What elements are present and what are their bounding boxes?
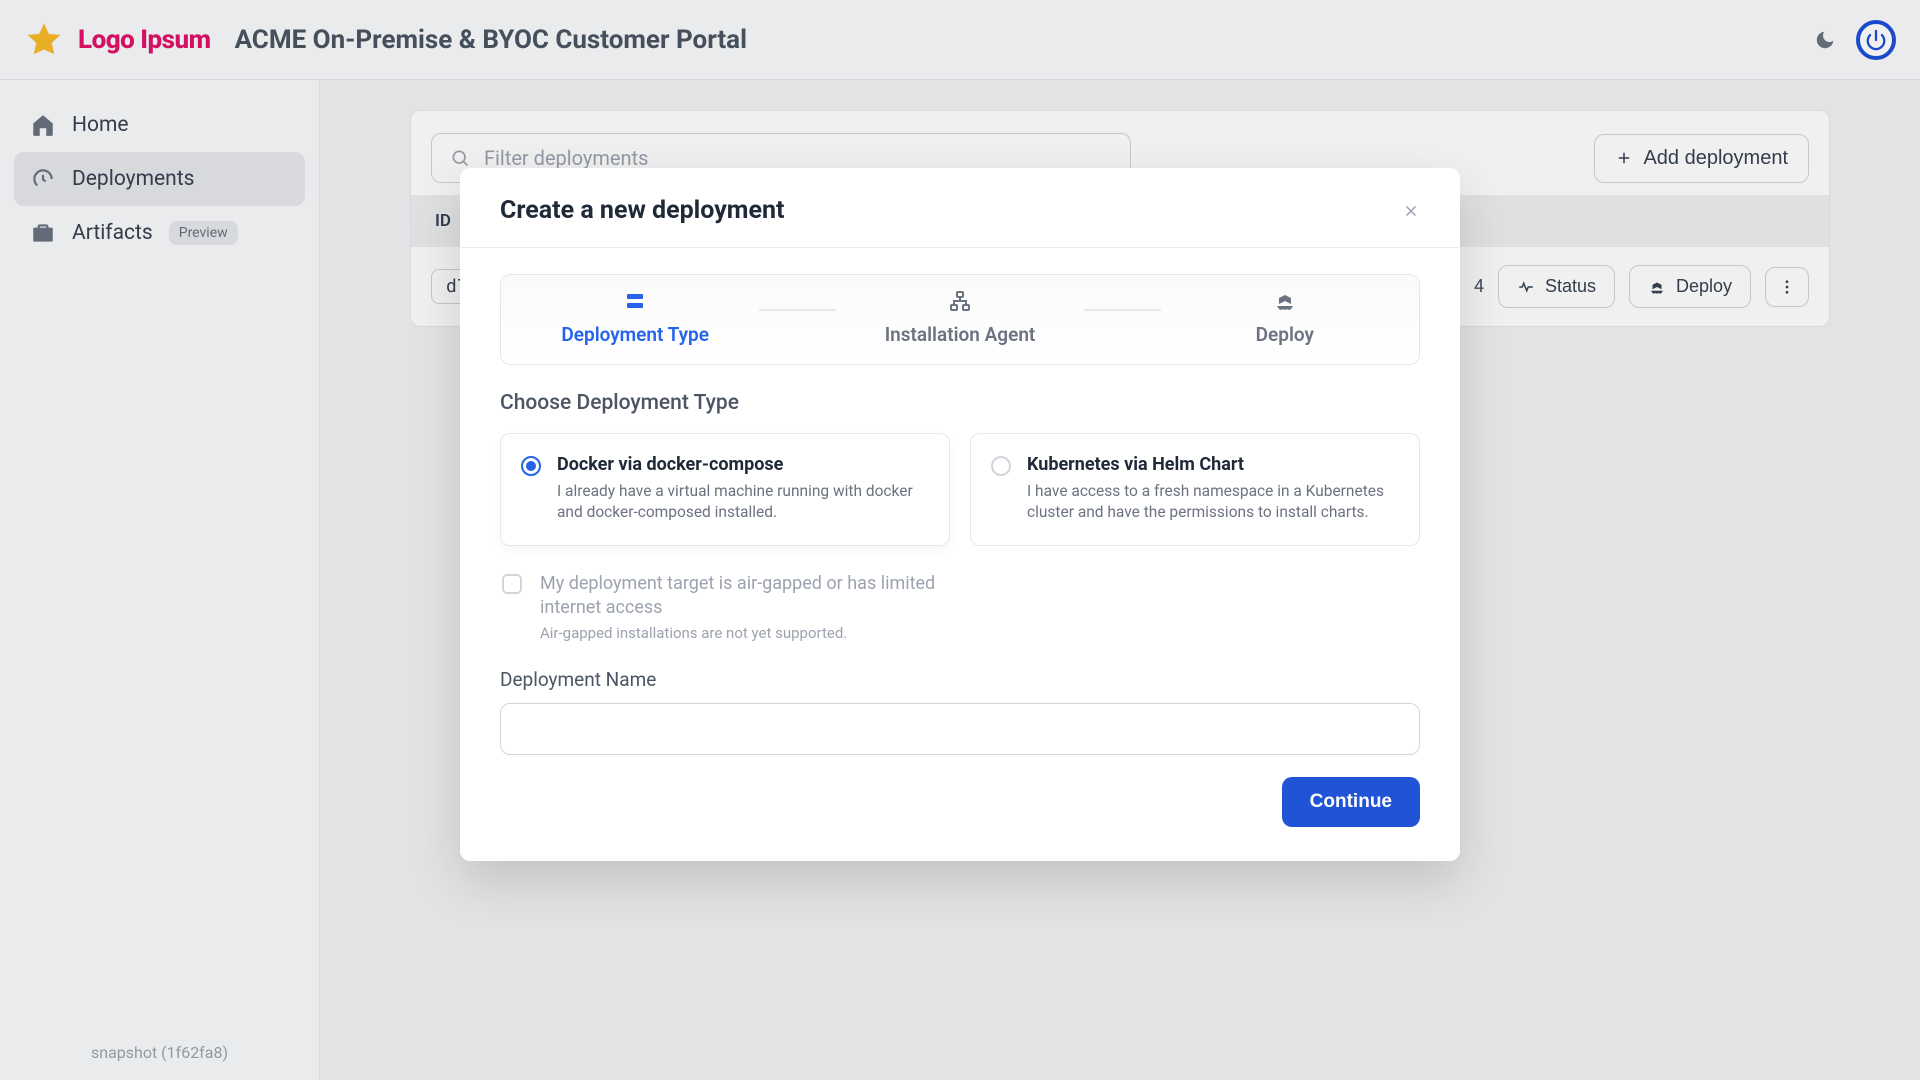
- option-desc: I have access to a fresh namespace in a …: [1027, 481, 1399, 523]
- step-label: Deploy: [1256, 323, 1314, 346]
- create-deployment-modal: Create a new deployment Deployment Type: [460, 168, 1460, 861]
- section-label: Choose Deployment Type: [500, 391, 1420, 415]
- ship-icon: [1273, 289, 1297, 313]
- step-deployment-type[interactable]: Deployment Type: [511, 289, 759, 346]
- airgap-sublabel: Air-gapped installations are not yet sup…: [540, 624, 1000, 642]
- stepper: Deployment Type Installation Agent Deplo…: [500, 274, 1420, 365]
- name-field-label: Deployment Name: [500, 668, 1420, 691]
- option-title: Docker via docker-compose: [557, 454, 929, 475]
- radio-selected[interactable]: [521, 456, 541, 476]
- step-installation-agent[interactable]: Installation Agent: [836, 289, 1084, 346]
- option-kubernetes[interactable]: Kubernetes via Helm Chart I have access …: [970, 433, 1420, 546]
- modal-backdrop[interactable]: Create a new deployment Deployment Type: [0, 0, 1920, 1080]
- airgap-option: My deployment target is air-gapped or ha…: [502, 572, 1420, 643]
- radio-unselected[interactable]: [991, 456, 1011, 476]
- step-sep: [1084, 309, 1160, 311]
- airgap-checkbox[interactable]: [502, 574, 522, 594]
- step-deploy[interactable]: Deploy: [1161, 289, 1409, 346]
- step-label: Installation Agent: [885, 323, 1036, 346]
- step-sep: [759, 309, 835, 311]
- deployment-name-input[interactable]: [500, 703, 1420, 755]
- option-desc: I already have a virtual machine running…: [557, 481, 929, 523]
- close-icon: [1402, 202, 1420, 220]
- close-button[interactable]: [1402, 202, 1420, 220]
- option-docker[interactable]: Docker via docker-compose I already have…: [500, 433, 950, 546]
- continue-button[interactable]: Continue: [1282, 777, 1420, 827]
- nodes-icon: [948, 289, 972, 313]
- server-icon: [623, 289, 647, 313]
- airgap-label: My deployment target is air-gapped or ha…: [540, 572, 1000, 621]
- step-label: Deployment Type: [561, 323, 709, 346]
- modal-title: Create a new deployment: [500, 196, 784, 225]
- option-title: Kubernetes via Helm Chart: [1027, 454, 1399, 475]
